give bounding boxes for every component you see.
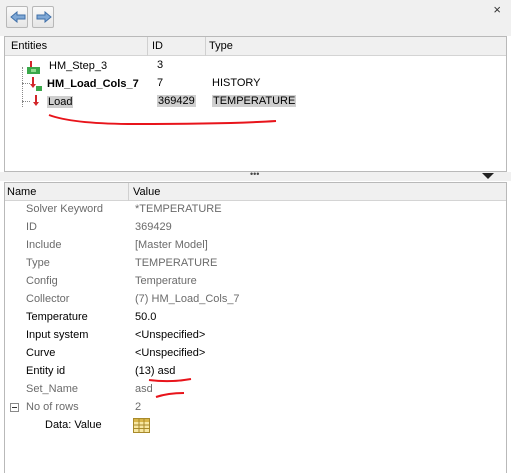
splitter-grip-icon[interactable]: ••• (250, 169, 259, 179)
red-underline-annotation (48, 114, 277, 126)
entities-tree-panel: Entities ID Type HM_Step_3 3 HM_Load_Col… (4, 36, 507, 172)
toolbar: × (0, 0, 511, 36)
arrow-right-icon (36, 11, 52, 23)
close-icon[interactable]: × (493, 2, 501, 17)
back-button[interactable] (6, 6, 28, 28)
properties-panel: Name Value Solver Keyword *TEMPERATURE I… (4, 182, 507, 473)
forward-button[interactable] (32, 6, 54, 28)
chevron-down-icon[interactable] (482, 173, 494, 179)
arrow-left-icon (10, 11, 26, 23)
panel-splitter[interactable]: ••• (0, 169, 511, 181)
red-underline-annotation (148, 378, 192, 398)
